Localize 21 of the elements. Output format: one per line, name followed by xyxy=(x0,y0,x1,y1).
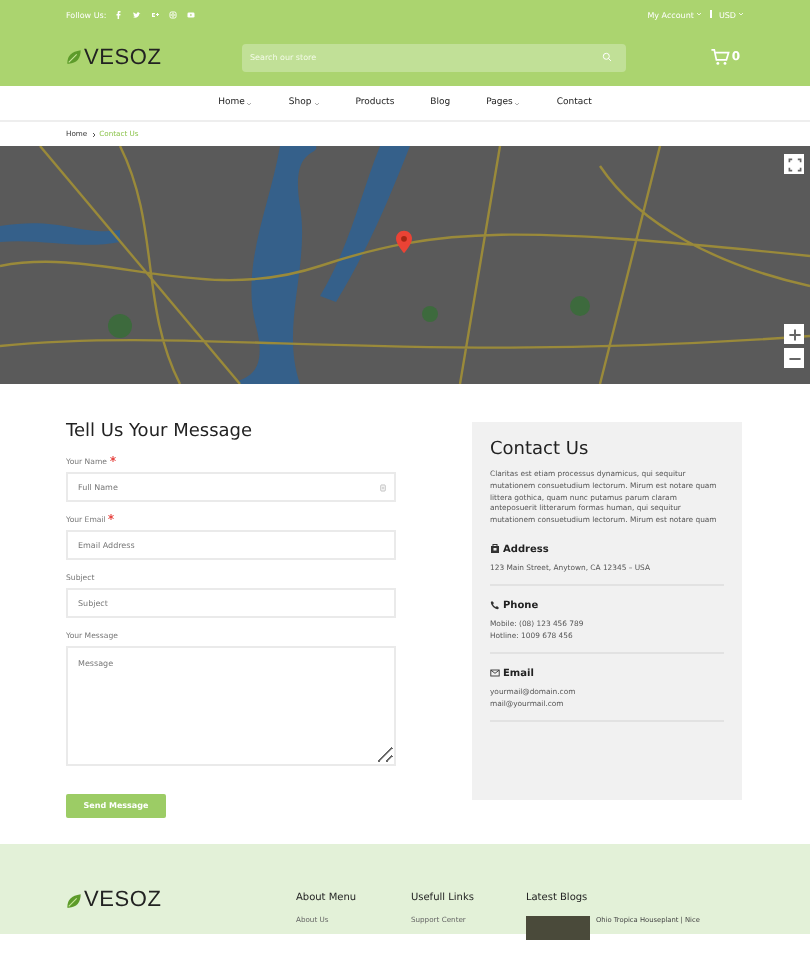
leaf-logo-icon xyxy=(66,891,82,909)
facebook-icon[interactable] xyxy=(114,9,125,19)
twitter-icon[interactable] xyxy=(132,9,143,19)
footer-logo-text[interactable]: VESOZ xyxy=(84,888,162,912)
cart-icon[interactable] xyxy=(709,48,730,66)
contact-card-icon xyxy=(380,483,386,491)
logo-text[interactable]: VESOZ xyxy=(84,45,162,69)
address-book-icon xyxy=(490,544,500,555)
form-title: Tell Us Your Message xyxy=(66,422,255,442)
search-icon[interactable] xyxy=(602,52,612,62)
leaf-logo-icon xyxy=(66,48,82,66)
required-mark-icon xyxy=(109,456,116,462)
google-plus-icon[interactable] xyxy=(150,9,161,19)
phone-icon xyxy=(490,600,500,611)
contact-title: Contact Us xyxy=(490,440,591,460)
envelope-icon xyxy=(490,668,500,679)
photo-placeholder xyxy=(525,916,590,940)
required-mark-icon xyxy=(107,514,114,520)
youtube-icon[interactable] xyxy=(186,9,197,19)
map-pin-icon[interactable] xyxy=(396,230,412,254)
instagram-icon[interactable] xyxy=(168,9,179,19)
